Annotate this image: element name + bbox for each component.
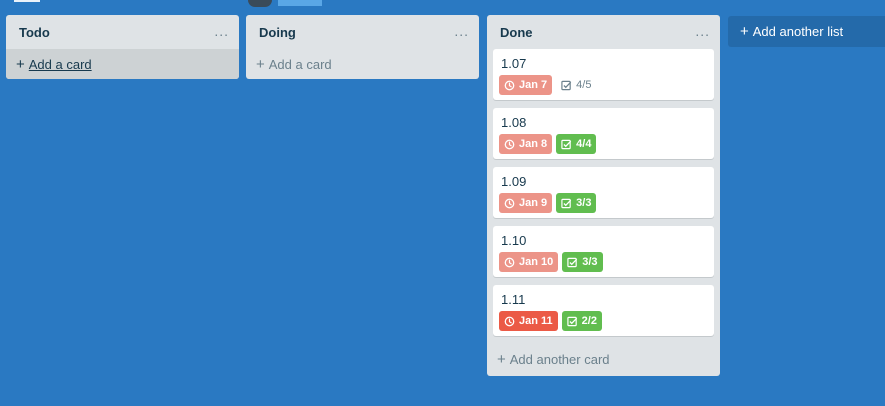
due-date-text: Jan 11 — [519, 315, 553, 327]
add-card-label: Add a card — [268, 56, 332, 72]
checklist-badge: 4/5 — [556, 75, 596, 95]
add-list-button[interactable]: + Add another list — [728, 16, 885, 47]
card[interactable]: 1.08 Jan 8 4/4 — [493, 108, 714, 159]
plus-icon: + — [740, 23, 749, 40]
due-date-text: Jan 7 — [519, 79, 548, 91]
card[interactable]: 1.11 Jan 11 2/2 — [493, 285, 714, 336]
list-title[interactable]: Doing — [259, 25, 296, 40]
card[interactable]: 1.07 Jan 7 4/5 — [493, 49, 714, 100]
due-date-badge[interactable]: Jan 7 — [499, 75, 553, 95]
add-card-button[interactable]: + Add a card — [6, 49, 239, 79]
card-badges: Jan 11 2/2 — [499, 311, 602, 331]
list-todo: Todo ... + Add a card — [6, 15, 239, 79]
due-date-text: Jan 10 — [519, 256, 554, 268]
checkbox-icon — [561, 139, 572, 149]
plus-icon: + — [16, 55, 25, 73]
list-doing: Doing ... + Add a card — [246, 15, 479, 79]
plus-icon: + — [497, 350, 506, 368]
add-card-label: Add a card — [28, 56, 92, 72]
add-list-label: Add another list — [752, 24, 844, 39]
plus-icon: + — [256, 55, 265, 73]
due-date-badge[interactable]: Jan 9 — [499, 193, 553, 213]
clock-icon — [504, 198, 515, 208]
checkbox-icon — [567, 257, 578, 267]
checklist-count: 3/3 — [576, 197, 592, 209]
list-menu-icon[interactable]: ... — [695, 23, 710, 39]
add-card-button[interactable]: + Add a card — [246, 49, 479, 79]
card-title: 1.10 — [501, 233, 527, 248]
checklist-count: 3/3 — [582, 256, 598, 268]
add-card-button[interactable]: + Add another card — [487, 342, 720, 376]
list-header: Doing ... — [246, 15, 479, 49]
list-header: Todo ... — [6, 15, 239, 49]
clock-icon — [504, 80, 515, 90]
add-card-label: Add another card — [509, 351, 610, 367]
checkbox-icon — [561, 198, 572, 208]
list-done: Done ... 1.07 Jan 7 4/5 1.08 Jan 8 4/4 1… — [487, 15, 720, 376]
checklist-count: 4/5 — [576, 79, 592, 91]
invite-button[interactable] — [278, 0, 322, 6]
due-date-badge[interactable]: Jan 11 — [499, 311, 558, 331]
clock-icon — [504, 139, 515, 149]
card-badges: Jan 8 4/4 — [499, 134, 597, 154]
checklist-badge: 4/4 — [556, 134, 597, 154]
list-title[interactable]: Done — [500, 25, 533, 40]
card[interactable]: 1.10 Jan 10 3/3 — [493, 226, 714, 277]
card-title: 1.09 — [501, 174, 527, 189]
due-date-badge[interactable]: Jan 8 — [499, 134, 553, 154]
checklist-badge: 3/3 — [556, 193, 597, 213]
card-badges: Jan 10 3/3 — [499, 252, 603, 272]
due-date-badge[interactable]: Jan 10 — [499, 252, 559, 272]
clock-icon — [504, 316, 515, 326]
checkbox-icon — [561, 80, 572, 90]
clock-icon — [504, 257, 515, 267]
list-menu-icon[interactable]: ... — [454, 23, 469, 39]
card-title: 1.11 — [501, 292, 526, 307]
checkbox-icon — [566, 316, 577, 326]
checklist-count: 4/4 — [576, 138, 592, 150]
avatar[interactable] — [248, 0, 272, 7]
checklist-badge: 2/2 — [561, 311, 602, 331]
card-badges: Jan 7 4/5 — [499, 75, 596, 95]
due-date-text: Jan 9 — [519, 197, 548, 209]
list-menu-icon[interactable]: ... — [214, 23, 229, 39]
card[interactable]: 1.09 Jan 9 3/3 — [493, 167, 714, 218]
card-badges: Jan 9 3/3 — [499, 193, 597, 213]
due-date-text: Jan 8 — [519, 138, 548, 150]
card-title: 1.07 — [501, 56, 527, 71]
list-title[interactable]: Todo — [19, 25, 50, 40]
checklist-count: 2/2 — [581, 315, 597, 327]
list-header: Done ... — [487, 15, 720, 49]
card-title: 1.08 — [501, 115, 527, 130]
board-menu-icon[interactable] — [14, 0, 40, 6]
checklist-badge: 3/3 — [562, 252, 603, 272]
